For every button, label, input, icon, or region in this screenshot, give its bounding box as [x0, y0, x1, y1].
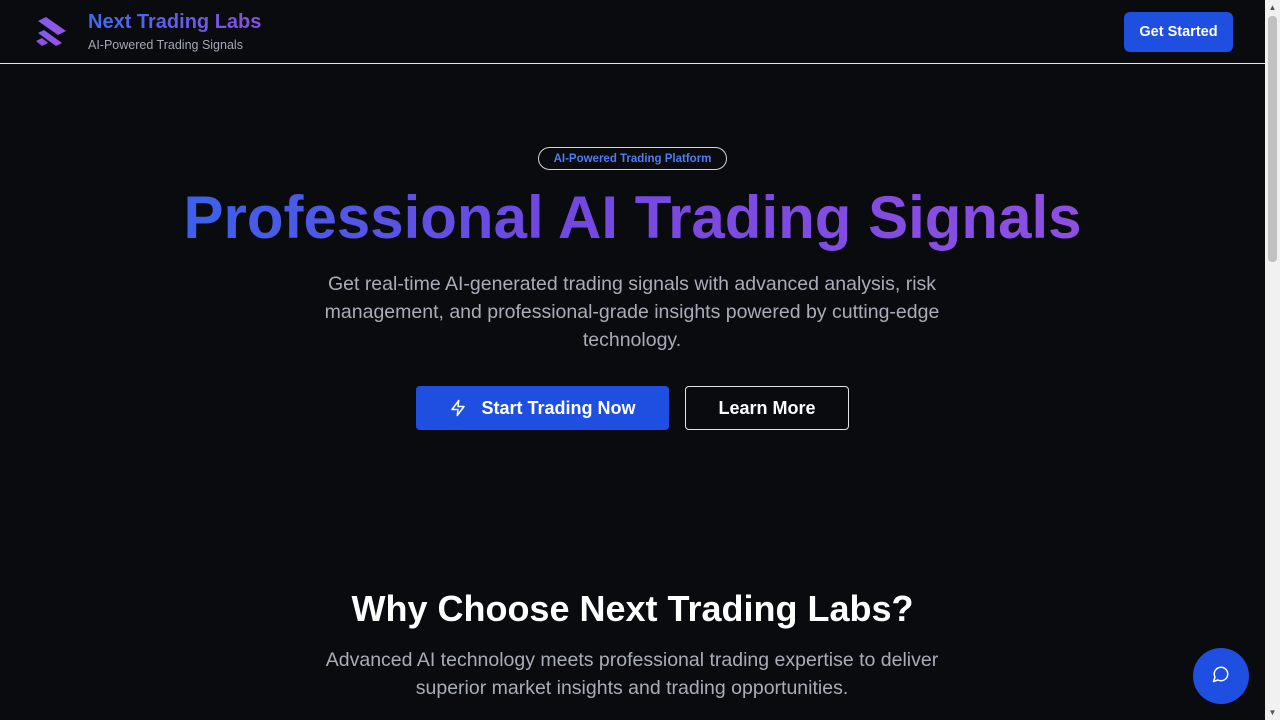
chat-button[interactable] — [1193, 648, 1249, 704]
vertical-scrollbar[interactable]: ▲ ▼ — [1265, 0, 1280, 720]
lightning-bolt-icon — [449, 399, 467, 417]
get-started-button[interactable]: Get Started — [1124, 12, 1233, 52]
hero-description: Get real-time AI-generated trading signa… — [324, 273, 940, 351]
learn-more-button[interactable]: Learn More — [685, 386, 849, 430]
brand-title[interactable]: Next Trading Labs — [88, 11, 261, 34]
why-section-description: Advanced AI technology meets professiona… — [325, 649, 939, 699]
logo-icon[interactable] — [34, 15, 70, 49]
start-trading-label: Start Trading Now — [481, 397, 636, 418]
site-header: Next Trading Labs AI-Powered Trading Sig… — [0, 0, 1265, 64]
scroll-up-arrow-icon[interactable]: ▲ — [1265, 0, 1280, 15]
start-trading-button[interactable]: Start Trading Now — [416, 386, 669, 430]
landing-page: Next Trading Labs AI-Powered Trading Sig… — [0, 0, 1265, 720]
scroll-thumb[interactable] — [1268, 16, 1277, 262]
hero-title-text: Professional AI Trading Signals — [183, 184, 1082, 251]
platform-badge: AI-Powered Trading Platform — [538, 147, 727, 170]
brand-subtitle: AI-Powered Trading Signals — [88, 38, 243, 52]
scroll-down-arrow-icon[interactable]: ▼ — [1265, 705, 1280, 720]
hero-title: Professional AI Trading Signals — [0, 180, 1265, 256]
chat-bubble-icon — [1212, 665, 1230, 688]
why-section-title: Why Choose Next Trading Labs? — [351, 588, 914, 629]
